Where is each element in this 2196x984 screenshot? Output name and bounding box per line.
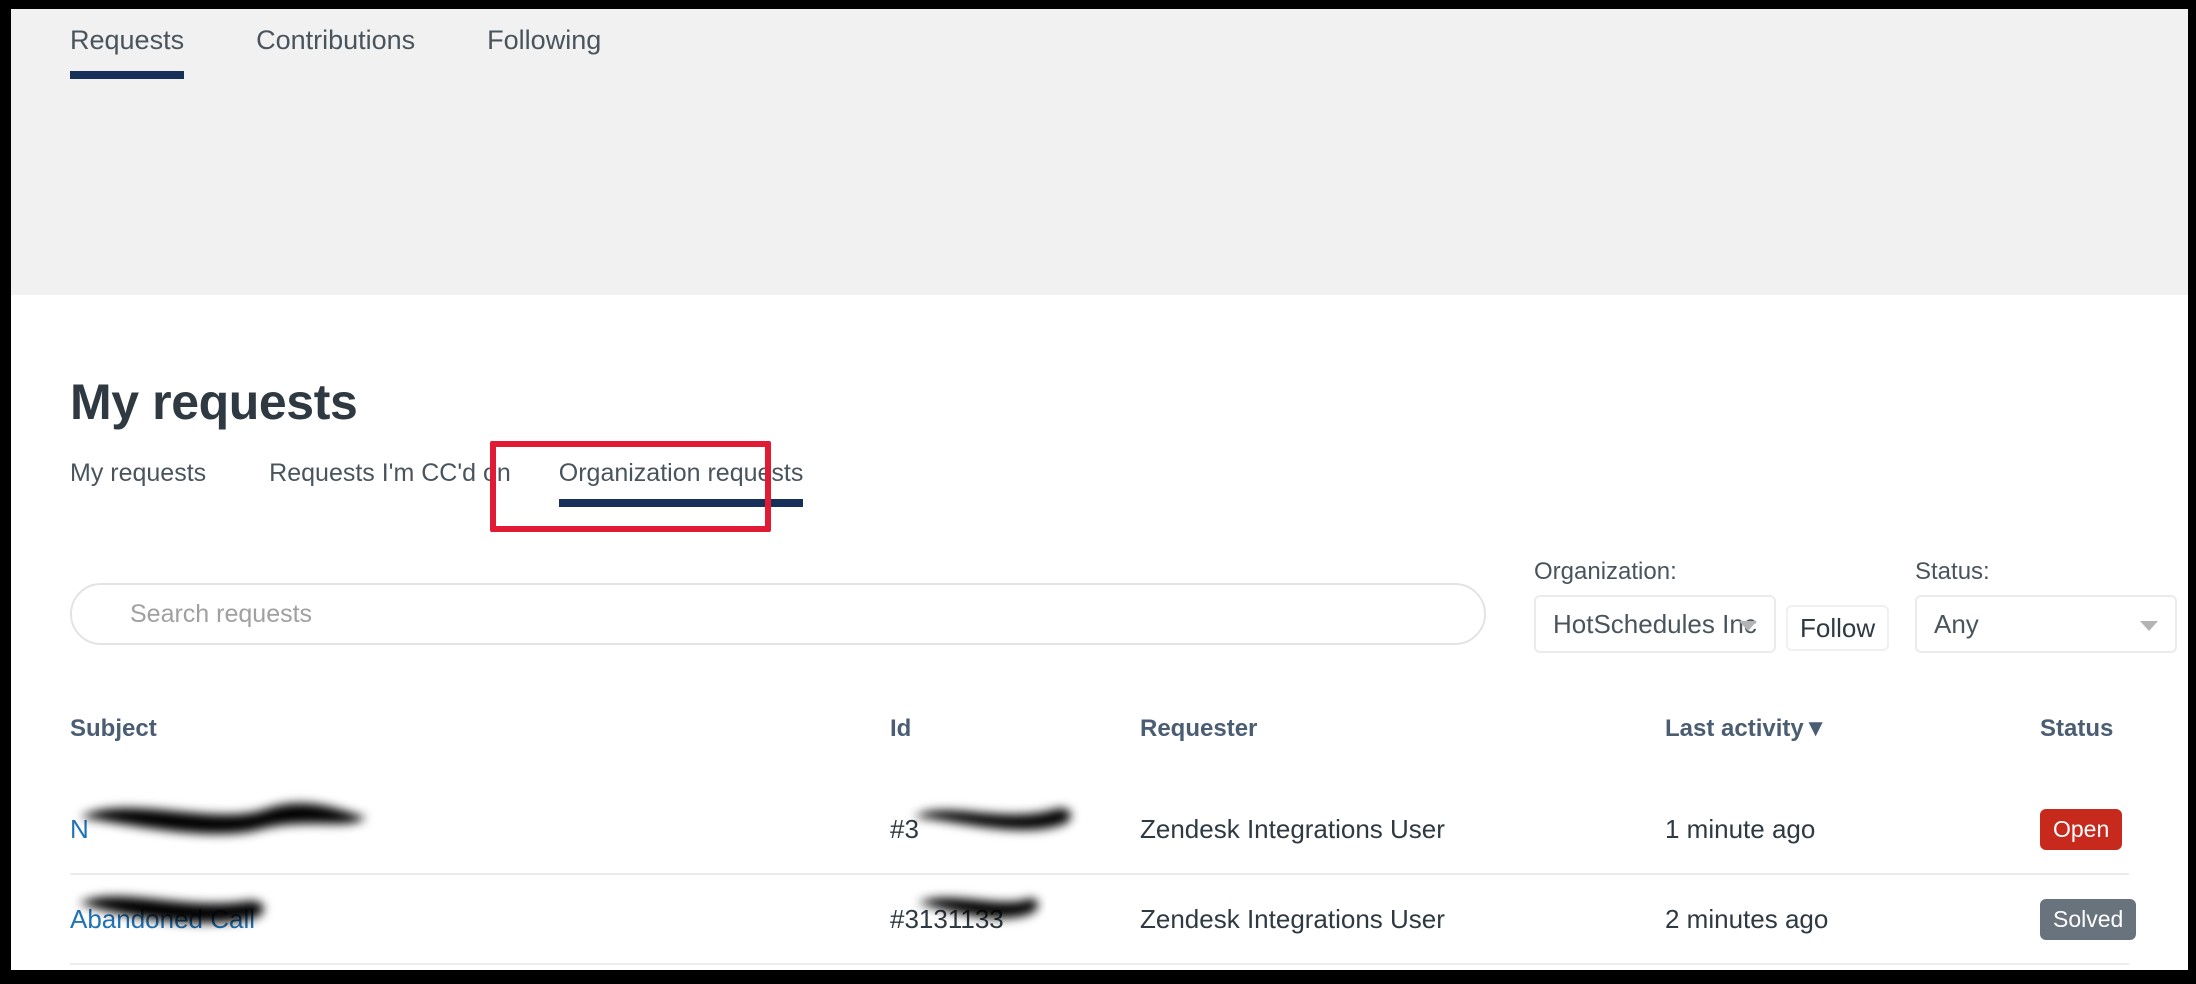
column-header-status[interactable]: Status bbox=[2040, 715, 2129, 743]
cell-last-activity: 1 minute ago bbox=[1665, 814, 2040, 845]
organization-select[interactable]: HotSchedules Inc bbox=[1534, 595, 1776, 653]
request-last-activity: 1 minute ago bbox=[1665, 813, 1816, 844]
organization-select-row: HotSchedules Inc Follow bbox=[1534, 595, 1890, 653]
organization-filter: Organization: HotSchedules Inc Follow bbox=[1534, 557, 1890, 653]
nav-tab-requests[interactable]: Requests bbox=[70, 17, 185, 79]
cell-id: #3 bbox=[890, 814, 1140, 845]
status-badge: Open bbox=[2040, 808, 2123, 850]
request-requester: Zendesk Integrations User bbox=[1140, 813, 1445, 844]
nav-tab-contributions[interactable]: Contributions bbox=[256, 17, 415, 57]
tab-organization-requests[interactable]: Organization requests bbox=[558, 457, 804, 513]
nav-tab-following[interactable]: Following bbox=[487, 17, 601, 57]
nav-tab-following-label: Following bbox=[487, 25, 602, 55]
column-header-last-activity[interactable]: Last activity▼ bbox=[1665, 715, 2040, 743]
request-scope-tabs: My requests Requests I'm CC'd on Organiz… bbox=[70, 457, 804, 513]
filters-row: Organization: HotSchedules Inc Follow St… bbox=[11, 557, 2188, 677]
organization-select-value: HotSchedules Inc bbox=[1553, 608, 1757, 639]
tab-requests-ccd-on[interactable]: Requests I'm CC'd on bbox=[269, 457, 511, 513]
nav-tab-active-underline bbox=[70, 71, 185, 79]
status-filter-label: Status: bbox=[1915, 558, 1990, 585]
request-id: #3 bbox=[890, 813, 919, 844]
tab-my-requests-label: My requests bbox=[70, 459, 207, 487]
column-header-subject[interactable]: Subject bbox=[70, 715, 890, 743]
request-last-activity: 2 minutes ago bbox=[1665, 903, 1829, 934]
column-header-id[interactable]: Id bbox=[890, 715, 1140, 743]
request-id: #3131133 bbox=[890, 903, 1004, 934]
sort-descending-icon: ▼ bbox=[1803, 715, 1828, 742]
table-header-row: Subject Id Requester Last activity▼ Stat… bbox=[70, 707, 2129, 785]
page-root: Requests Contributions Following My requ… bbox=[11, 9, 2188, 970]
tab-organization-requests-label: Organization requests bbox=[558, 459, 804, 487]
cell-id: #3131133 bbox=[890, 904, 1140, 935]
chevron-down-icon bbox=[2140, 621, 2158, 631]
search-input[interactable] bbox=[70, 583, 1486, 645]
cell-status: Solved bbox=[2040, 898, 2137, 940]
follow-button[interactable]: Follow bbox=[1786, 605, 1890, 651]
top-header-band: Requests Contributions Following bbox=[11, 9, 2188, 295]
cell-requester: Zendesk Integrations User bbox=[1140, 814, 1665, 845]
tab-active-underline bbox=[558, 499, 804, 507]
table-row[interactable]: N #3 Zendesk Integrations User 1 minute … bbox=[70, 785, 2129, 875]
search-requests-field[interactable] bbox=[70, 583, 1486, 645]
request-subject-link[interactable]: N bbox=[70, 814, 89, 844]
cell-status: Open bbox=[2040, 808, 2129, 850]
request-requester: Zendesk Integrations User bbox=[1140, 903, 1445, 934]
column-header-requester[interactable]: Requester bbox=[1140, 715, 1665, 743]
status-select-value: Any bbox=[1934, 608, 1979, 639]
status-badge: Solved bbox=[2040, 898, 2137, 940]
cell-subject: Abandoned Call bbox=[70, 904, 890, 935]
screenshot-frame: Requests Contributions Following My requ… bbox=[0, 0, 2196, 984]
tab-my-requests[interactable]: My requests bbox=[70, 457, 206, 513]
request-subject-link[interactable]: Abandoned Call bbox=[70, 904, 255, 934]
cell-subject: N bbox=[70, 814, 890, 845]
table-row[interactable]: Abandoned Call #3131133 Zendesk Integrat… bbox=[70, 875, 2137, 965]
organization-filter-label: Organization: bbox=[1534, 558, 1677, 585]
cell-requester: Zendesk Integrations User bbox=[1140, 904, 1665, 935]
page-title: My requests bbox=[70, 373, 358, 430]
primary-nav: Requests Contributions Following bbox=[70, 17, 673, 79]
cell-last-activity: 2 minutes ago bbox=[1665, 904, 2040, 935]
chevron-down-icon bbox=[1739, 621, 1757, 631]
tab-requests-ccd-on-label: Requests I'm CC'd on bbox=[269, 459, 511, 487]
nav-tab-contributions-label: Contributions bbox=[256, 25, 416, 55]
status-filter: Status: Any bbox=[1915, 557, 2177, 653]
status-select[interactable]: Any bbox=[1915, 595, 2177, 653]
column-header-last-activity-label: Last activity bbox=[1665, 715, 1804, 742]
nav-tab-requests-label: Requests bbox=[70, 25, 185, 55]
requests-table: Subject Id Requester Last activity▼ Stat… bbox=[70, 707, 2137, 965]
